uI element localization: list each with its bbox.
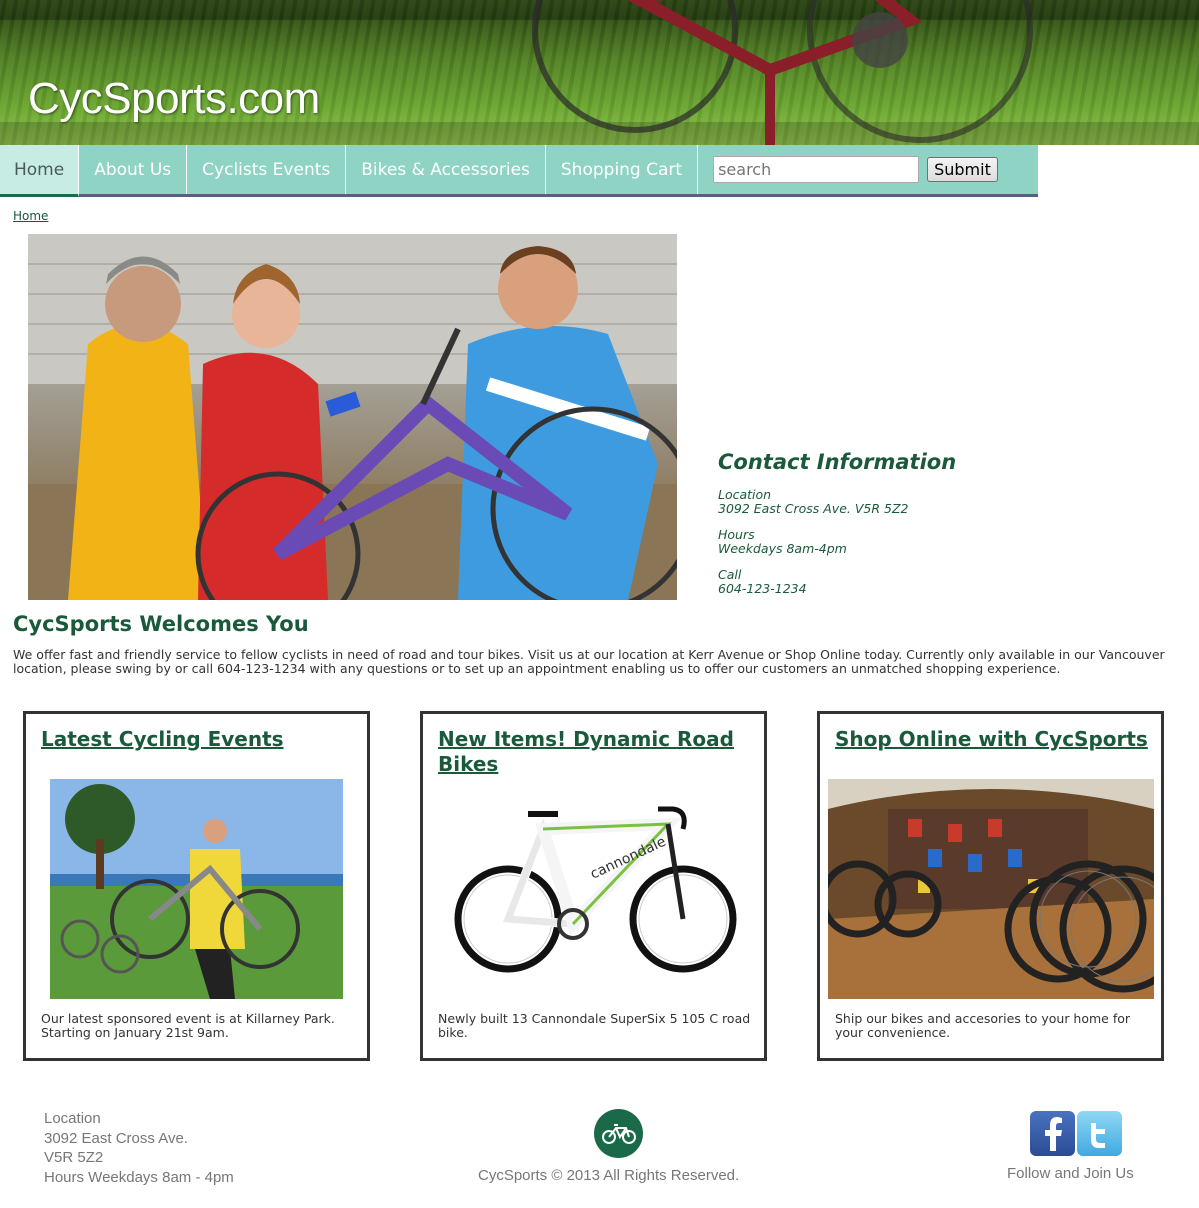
footer-location-line: 3092 East Cross Ave. bbox=[44, 1129, 188, 1147]
submit-button[interactable]: Submit bbox=[927, 157, 998, 182]
footer-copyright: CycSports © 2013 All Rights Reserved. bbox=[478, 1167, 740, 1184]
bike-shop-image bbox=[828, 779, 1154, 999]
welcome-title: CycSports Welcomes You bbox=[13, 612, 309, 636]
header-bike-image bbox=[532, 0, 1033, 145]
card-text: Newly built 13 Cannondale SuperSix 5 105… bbox=[438, 1011, 751, 1040]
contact-hours-value: Weekdays 8am-4pm bbox=[718, 541, 847, 556]
contact-info: Contact Information Location 3092 East C… bbox=[718, 450, 956, 608]
card-new-items: New Items! Dynamic Road Bikes cannondale… bbox=[420, 711, 767, 1061]
nav-search: Submit bbox=[698, 145, 998, 194]
card-latest-events: Latest Cycling Events Our latest sponsor… bbox=[23, 711, 370, 1061]
footer-location-line: Hours Weekdays 8am - 4pm bbox=[44, 1168, 234, 1186]
main-nav: Home About Us Cyclists Events Bikes & Ac… bbox=[0, 145, 1038, 197]
card-title-link[interactable]: Latest Cycling Events bbox=[41, 727, 361, 752]
welcome-text: We offer fast and friendly service to fe… bbox=[13, 647, 1165, 676]
footer-location-line: Location bbox=[44, 1110, 101, 1127]
contact-location: Location 3092 East Cross Ave. V5R 5Z2 bbox=[718, 488, 956, 516]
facebook-icon[interactable] bbox=[1030, 1111, 1075, 1156]
card-text: Ship our bikes and accesories to your ho… bbox=[835, 1011, 1131, 1040]
contact-hours-label: Hours bbox=[718, 527, 755, 542]
contact-location-label: Location bbox=[718, 487, 772, 502]
cycling-event-image bbox=[50, 779, 343, 999]
bicycle-logo-icon[interactable] bbox=[594, 1109, 643, 1158]
footer-location-line: V5R 5Z2 bbox=[44, 1149, 104, 1166]
contact-hours: Hours Weekdays 8am-4pm bbox=[718, 528, 956, 556]
contact-call: Call 604-123-1234 bbox=[718, 568, 956, 596]
nav-about-us[interactable]: About Us bbox=[79, 145, 188, 194]
card-text: Our latest sponsored event is at Killarn… bbox=[41, 1011, 335, 1040]
contact-title: Contact Information bbox=[718, 450, 957, 474]
nav-cyclists-events[interactable]: Cyclists Events bbox=[187, 145, 347, 194]
contact-location-value: 3092 East Cross Ave. V5R 5Z2 bbox=[718, 501, 909, 516]
twitter-icon[interactable] bbox=[1077, 1111, 1122, 1156]
card-shop-online: Shop Online with CycSports Ship our bike… bbox=[817, 711, 1164, 1061]
hero-image bbox=[28, 234, 677, 600]
card-title-link[interactable]: New Items! Dynamic Road Bikes bbox=[438, 727, 758, 777]
follow-text: Follow and Join Us bbox=[1007, 1165, 1134, 1182]
site-title[interactable]: CycSports.com bbox=[28, 74, 320, 124]
road-bike-image: cannondale bbox=[453, 799, 738, 979]
site-header: CycSports.com bbox=[0, 0, 1199, 145]
social-links bbox=[1030, 1111, 1122, 1156]
breadcrumb-home[interactable]: Home bbox=[13, 209, 48, 223]
nav-home[interactable]: Home bbox=[0, 145, 80, 197]
contact-call-value: 604-123-1234 bbox=[718, 581, 807, 596]
nav-shopping-cart[interactable]: Shopping Cart bbox=[546, 145, 699, 194]
nav-bikes-accessories[interactable]: Bikes & Accessories bbox=[346, 145, 546, 194]
card-title-link[interactable]: Shop Online with CycSports bbox=[835, 727, 1155, 752]
footer-location: Location 3092 East Cross Ave. V5R 5Z2 Ho… bbox=[44, 1109, 234, 1187]
search-input[interactable] bbox=[713, 156, 920, 183]
contact-call-label: Call bbox=[718, 567, 742, 582]
